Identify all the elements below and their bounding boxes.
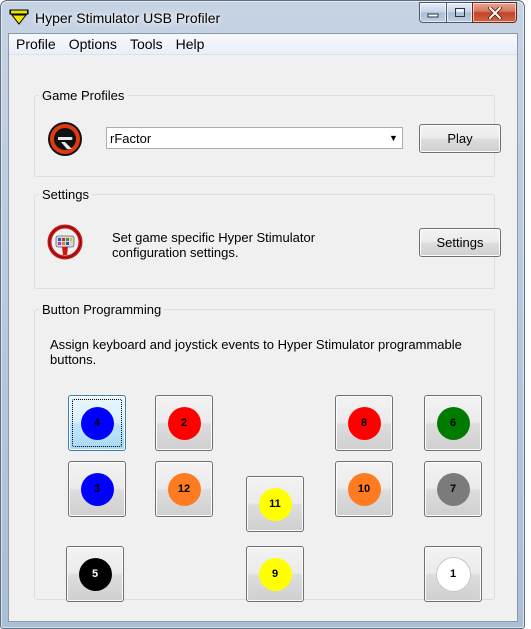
chevron-down-icon[interactable]: ▼ <box>385 128 402 148</box>
program-button-7[interactable]: 7 <box>424 461 482 517</box>
program-button-8[interactable]: 8 <box>335 395 393 451</box>
button-number-11: 11 <box>258 487 292 521</box>
button-number-2: 2 <box>167 406 201 440</box>
program-button-3[interactable]: 3 <box>68 461 126 517</box>
program-button-9[interactable]: 9 <box>246 546 304 602</box>
close-button[interactable] <box>472 2 517 23</box>
game-profiles-group: Game Profiles rFactor ▼ Play <box>34 88 501 177</box>
button-number-9: 9 <box>258 557 292 591</box>
menu-options[interactable]: Options <box>62 36 123 52</box>
close-icon <box>487 6 502 19</box>
program-button-12[interactable]: 12 <box>155 461 213 517</box>
window-title: Hyper Stimulator USB Profiler <box>35 10 221 26</box>
steering-wheel-icon <box>47 224 83 260</box>
title-bar[interactable]: Hyper Stimulator USB Profiler <box>1 1 524 33</box>
menu-profile[interactable]: Profile <box>9 36 62 52</box>
program-button-10[interactable]: 10 <box>335 461 393 517</box>
program-button-2[interactable]: 2 <box>155 395 213 451</box>
settings-button[interactable]: Settings <box>419 228 501 257</box>
button-number-5: 5 <box>78 557 112 591</box>
button-programming-legend: Button Programming <box>42 302 162 317</box>
minimize-button[interactable] <box>419 2 446 23</box>
caption-buttons <box>419 2 517 23</box>
game-select[interactable]: rFactor ▼ <box>106 127 403 149</box>
menu-help[interactable]: Help <box>169 36 211 52</box>
app-window: Hyper Stimulator USB Profiler Profile Op… <box>0 0 525 629</box>
button-programming-group: Button Programming Assign keyboard and j… <box>34 302 495 602</box>
maximize-icon <box>454 8 465 17</box>
settings-legend: Settings <box>42 187 89 202</box>
program-button-11[interactable]: 11 <box>246 476 304 532</box>
hyper-stimulator-app-icon <box>9 9 29 25</box>
button-number-12: 12 <box>167 472 201 506</box>
program-button-6[interactable]: 6 <box>424 395 482 451</box>
game-select-value: rFactor <box>110 130 152 146</box>
button-number-6: 6 <box>436 406 470 440</box>
button-number-7: 7 <box>436 472 470 506</box>
game-profiles-legend: Game Profiles <box>42 88 125 103</box>
button-number-10: 10 <box>347 472 381 506</box>
button-number-8: 8 <box>347 406 381 440</box>
rfactor-logo-icon <box>47 121 83 157</box>
button-number-4: 4 <box>80 406 114 440</box>
settings-group: Settings Set game specific Hyper Stimula… <box>34 187 501 289</box>
minimize-icon <box>427 13 439 17</box>
program-button-1[interactable]: 1 <box>424 546 482 602</box>
client-area: Profile Options Tools Help Game Profiles… <box>8 33 518 622</box>
maximize-button[interactable] <box>446 2 472 23</box>
button-number-1: 1 <box>435 556 471 592</box>
program-button-5[interactable]: 5 <box>66 546 124 602</box>
button-programming-description: Assign keyboard and joystick events to H… <box>50 337 462 367</box>
play-button[interactable]: Play <box>419 124 501 153</box>
menu-bar: Profile Options Tools Help <box>9 34 517 55</box>
program-button-4[interactable]: 4 <box>68 395 126 451</box>
menu-tools[interactable]: Tools <box>123 36 169 52</box>
settings-description: Set game specific Hyper Stimulator confi… <box>112 230 316 260</box>
button-number-3: 3 <box>80 472 114 506</box>
